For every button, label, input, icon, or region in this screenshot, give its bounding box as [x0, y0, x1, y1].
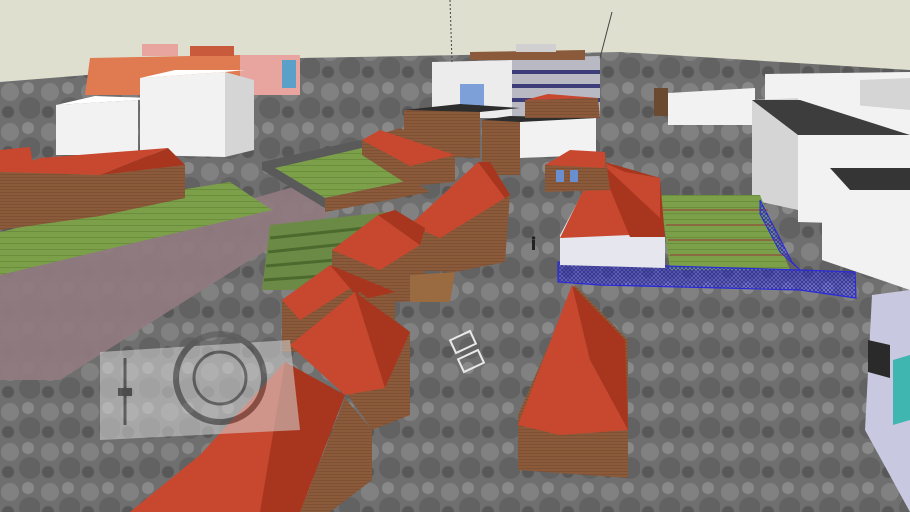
3d-viewport[interactable]	[0, 0, 910, 512]
person-figure	[531, 236, 536, 250]
white-block-left-1[interactable]	[56, 96, 150, 155]
white-block-left-2[interactable]	[140, 70, 254, 157]
white-block-right-1[interactable]	[654, 88, 755, 125]
